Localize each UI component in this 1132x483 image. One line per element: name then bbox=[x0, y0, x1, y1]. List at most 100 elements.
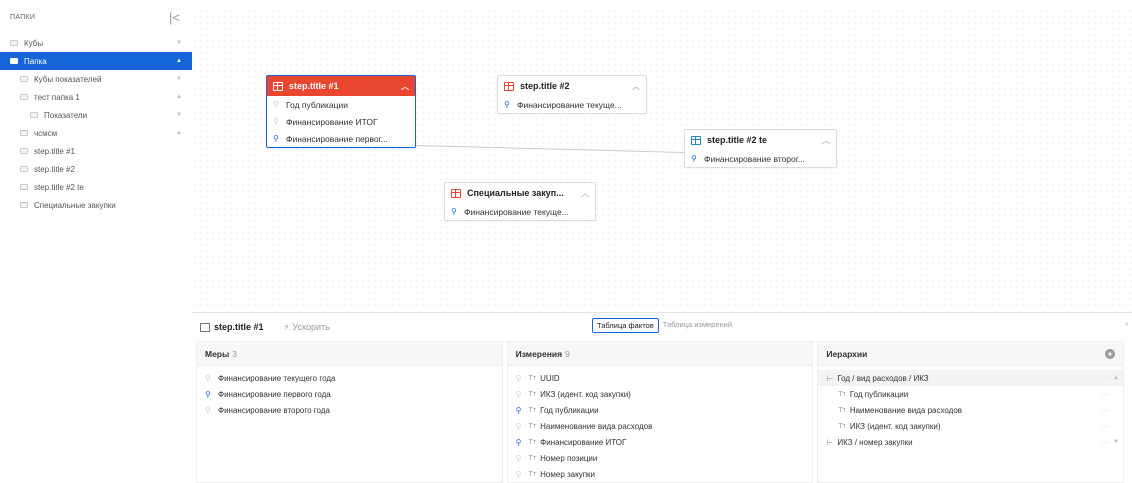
table-icon bbox=[691, 135, 701, 145]
node-field[interactable]: ⚲ Финансирование текуще... bbox=[445, 203, 595, 220]
node-field[interactable]: ⚲ Финансирование первог... bbox=[267, 130, 415, 147]
text-type-icon: Tт bbox=[528, 454, 537, 462]
chevron-up-icon[interactable]: ︿ bbox=[581, 188, 589, 199]
hierarchy-item[interactable]: ⊢ Год / вид расходов / ИКЗ ··· ▲ bbox=[818, 370, 1124, 386]
hierarchy-level[interactable]: Tт Год публикации ··· bbox=[818, 386, 1123, 402]
add-icon[interactable]: + bbox=[1105, 348, 1116, 359]
node-header[interactable]: step.title #2 te ︿ bbox=[685, 130, 836, 150]
node-field[interactable]: ⚲ Финансирование второг... bbox=[685, 150, 836, 167]
key-icon: ⚲ bbox=[691, 154, 697, 163]
list-item[interactable]: ⚲ Финансирование первого года bbox=[197, 386, 502, 402]
boost-button[interactable]: ⚡ Ускорить bbox=[284, 322, 330, 333]
list-item[interactable]: ⚲ Tт Год публикации bbox=[508, 402, 813, 418]
node-title: step.title #2 bbox=[520, 81, 570, 91]
measures-title: Меры bbox=[205, 348, 230, 359]
key-icon: ⚲ bbox=[515, 437, 522, 447]
node-header[interactable]: step.title #1 ︿ bbox=[267, 76, 415, 96]
cube-icon bbox=[20, 166, 28, 172]
node-field[interactable]: ⚲ Финансирование текуще... bbox=[498, 96, 646, 113]
sidebar-item-folder[interactable]: Папка ▲ bbox=[0, 52, 192, 70]
node-field[interactable]: ⚲ Год публикации bbox=[267, 96, 415, 113]
folder-icon bbox=[10, 58, 18, 64]
field-label: Год публикации bbox=[286, 99, 349, 110]
more-icon[interactable]: ··· bbox=[1102, 391, 1109, 398]
node-header[interactable]: step.title #2 ︿ bbox=[498, 76, 646, 96]
chevron-down-icon[interactable]: ▼ bbox=[176, 76, 182, 82]
measure-label: Финансирование второго года bbox=[218, 405, 330, 415]
boost-label: Ускорить bbox=[292, 321, 330, 332]
key-icon: ⚲ bbox=[273, 134, 279, 143]
key-icon: ⚲ bbox=[515, 453, 522, 463]
list-item[interactable]: ⚲ Tт Номер позиции bbox=[508, 450, 813, 466]
chevron-down-icon[interactable]: ▼ bbox=[176, 112, 182, 118]
chevron-up-icon[interactable]: ︿ bbox=[632, 81, 640, 92]
list-item[interactable]: ⚲ Финансирование текущего года bbox=[197, 370, 502, 386]
list-item[interactable]: ⚲ Tт UUID bbox=[508, 370, 813, 386]
more-icon[interactable]: ··· bbox=[1102, 407, 1109, 414]
table-node-step-title-2-te[interactable]: step.title #2 te ︿ ⚲ Финансирование второг… bbox=[684, 129, 837, 168]
schema-canvas[interactable] bbox=[192, 8, 1132, 308]
text-type-icon: Tт bbox=[528, 470, 537, 478]
dimension-label: Год публикации bbox=[540, 405, 599, 415]
text-type-icon: Tт bbox=[838, 422, 846, 430]
table-node-step-title-1[interactable]: step.title #1 ︿ ⚲ Год публикации ⚲ Финансир… bbox=[266, 75, 416, 148]
dimensions-count: 9 bbox=[565, 348, 570, 359]
field-label: Финансирование текуще... bbox=[517, 99, 622, 110]
sidebar: ПАПКИ |< Кубы ▼ Папка ▲ Кубы показателей ▼ … bbox=[0, 0, 192, 482]
dimension-label: UUID bbox=[540, 373, 560, 383]
table-node-step-title-2[interactable]: step.title #2 ︿ ⚲ Финансирование текуще... bbox=[497, 75, 647, 114]
sidebar-item-label: step.title #1 bbox=[34, 146, 75, 156]
sidebar-item-step-title-2[interactable]: step.title #2 bbox=[0, 160, 192, 178]
collapse-sidebar-icon[interactable]: |< bbox=[169, 11, 180, 24]
key-icon: ⚲ bbox=[205, 389, 211, 399]
field-label: Финансирование второг... bbox=[704, 153, 805, 164]
list-item[interactable]: ⚲ Tт ИКЗ (идент. код закупки) bbox=[508, 386, 813, 402]
sidebar-item-cubes[interactable]: Кубы ▼ bbox=[0, 34, 192, 52]
hierarchy-level[interactable]: Tт ИКЗ (идент. код закупки) ··· bbox=[818, 418, 1123, 434]
table-icon bbox=[200, 322, 210, 332]
tab-facts[interactable]: Таблица фактов bbox=[592, 318, 659, 333]
table-icon bbox=[273, 81, 283, 91]
scroll-up-icon[interactable]: ▲ bbox=[1113, 375, 1119, 381]
chevron-up-icon[interactable]: ︿ bbox=[401, 81, 409, 92]
sidebar-item-step-title-2-te[interactable]: step.title #2 te bbox=[0, 178, 192, 196]
hierarchy-label: Наименование вида расходов bbox=[849, 405, 963, 415]
key-icon: ⚲ bbox=[273, 117, 279, 126]
tab-dimensions[interactable]: Таблица измерений bbox=[659, 318, 736, 333]
more-icon[interactable]: ··· bbox=[1102, 375, 1109, 382]
sidebar-item-indicators[interactable]: Показатели ▼ bbox=[0, 106, 192, 124]
list-item[interactable]: ⚲ Tт Финансирование ИТОГ bbox=[508, 434, 813, 450]
node-field[interactable]: ⚲ Финансирование ИТОГ bbox=[267, 113, 415, 130]
cube-icon bbox=[20, 184, 28, 190]
chevron-right-icon[interactable]: › bbox=[1125, 319, 1128, 328]
chevron-up-icon[interactable]: ︿ bbox=[822, 135, 830, 146]
chevron-up-icon[interactable]: ▲ bbox=[176, 58, 182, 64]
sidebar-item-label: тест папка 1 bbox=[34, 92, 80, 102]
details-panes: Меры 3 ⚲ Финансирование текущего года ⚲ Фин… bbox=[192, 341, 1132, 483]
sidebar-item-special-purchases[interactable]: Специальные закупки bbox=[0, 196, 192, 214]
sidebar-item-test-folder[interactable]: тест папка 1 ▲ bbox=[0, 88, 192, 106]
details-title: step.title #1 bbox=[200, 322, 264, 332]
hierarchy-item[interactable]: ⊢ ИКЗ / номер закупки ··· ▼ bbox=[818, 434, 1123, 450]
details-title-text: step.title #1 bbox=[214, 322, 264, 332]
scroll-down-icon[interactable]: ▼ bbox=[1113, 439, 1119, 445]
folder-icon bbox=[20, 76, 28, 82]
table-node-special-purchases[interactable]: Специальные закуп... ︿ ⚲ Финансирование те… bbox=[444, 182, 596, 221]
field-label: Финансирование текуще... bbox=[464, 206, 569, 217]
list-item[interactable]: ⚲ Tт Номер закупки bbox=[508, 466, 813, 482]
more-icon[interactable]: ··· bbox=[1102, 439, 1109, 446]
chevron-up-icon[interactable]: ▲ bbox=[176, 94, 182, 100]
hierarchy-level[interactable]: Tт Наименование вида расходов ··· bbox=[818, 402, 1123, 418]
sidebar-item-indicator-cubes[interactable]: Кубы показателей ▼ bbox=[0, 70, 192, 88]
chevron-up-icon[interactable]: ▲ bbox=[176, 130, 182, 136]
list-item[interactable]: ⚲ Tт Наименование вида расходов bbox=[508, 418, 813, 434]
sidebar-item-chsmsm[interactable]: чсмсм ▲ bbox=[0, 124, 192, 142]
dimension-label: Номер закупки bbox=[540, 469, 596, 479]
chevron-down-icon[interactable]: ▼ bbox=[176, 40, 182, 46]
sidebar-item-step-title-1[interactable]: step.title #1 bbox=[0, 142, 192, 160]
node-header[interactable]: Специальные закуп... ︿ bbox=[445, 183, 595, 203]
key-icon: ⚲ bbox=[515, 389, 522, 399]
more-icon[interactable]: ··· bbox=[1102, 423, 1109, 430]
list-item[interactable]: ⚲ Финансирование второго года bbox=[197, 402, 502, 418]
dimension-label: Номер позиции bbox=[540, 453, 598, 463]
